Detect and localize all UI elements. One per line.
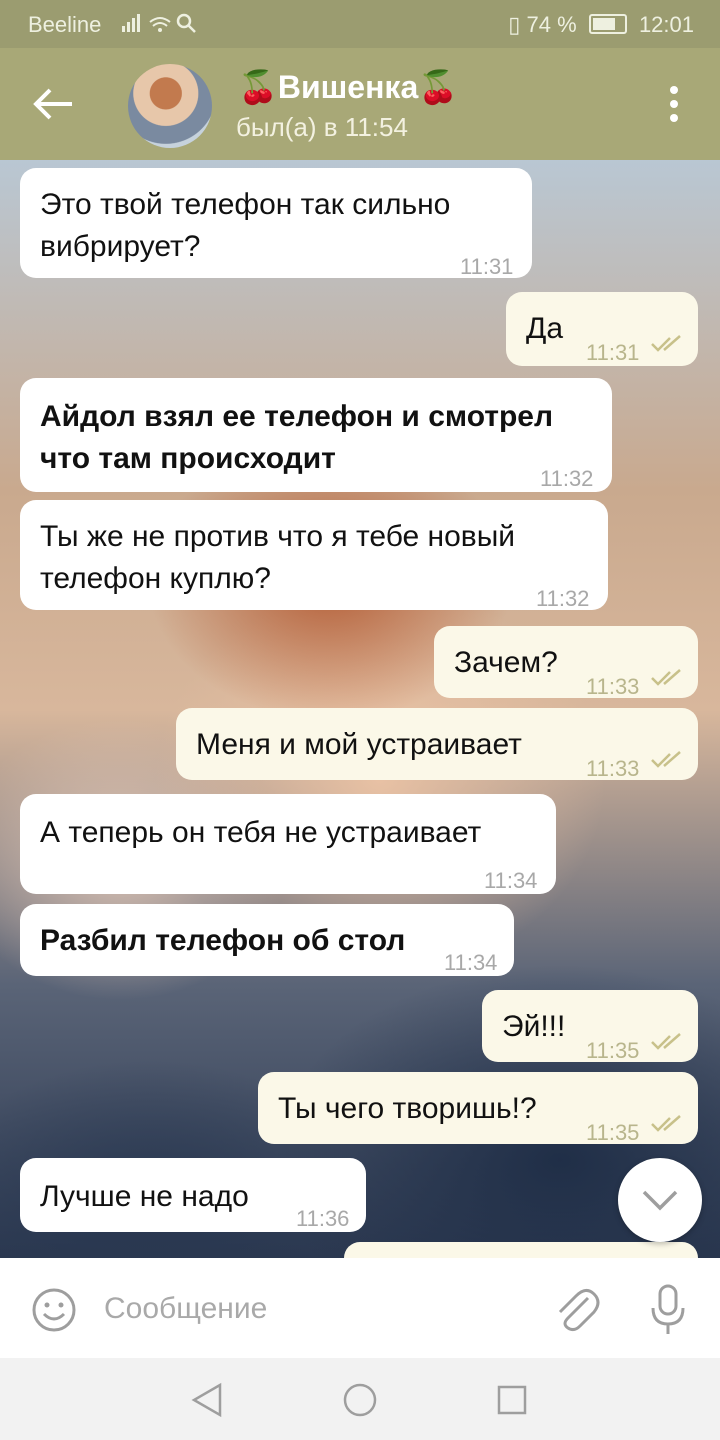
carrier-label: Beeline xyxy=(28,12,102,37)
nav-back-icon[interactable] xyxy=(190,1382,224,1418)
chat-header: 🍒Вишенка🍒 был(а) в 11:54 xyxy=(0,48,720,160)
message-outgoing[interactable]: Да 11:31 xyxy=(506,292,698,366)
avatar[interactable] xyxy=(128,64,212,148)
double-check-icon xyxy=(651,1115,681,1132)
message-time: 11:32 xyxy=(536,586,590,611)
message-text: Ты чего творишь!? xyxy=(278,1092,537,1125)
message-text: Ты же не против что я тебе новый xyxy=(40,520,516,553)
message-time: 11:34 xyxy=(444,950,498,975)
chevron-down-icon xyxy=(642,1190,678,1211)
message-time: 11:33 xyxy=(586,674,640,699)
message-time: 11:34 xyxy=(484,868,538,893)
vibrate-icon: ▯ xyxy=(508,12,521,37)
message-outgoing[interactable]: Зачем? 11:33 xyxy=(434,626,698,699)
message-text: вибрирует? xyxy=(40,230,201,263)
nav-recents-icon[interactable] xyxy=(496,1384,528,1416)
message-outgoing[interactable]: Меня и мой устраивает 11:33 xyxy=(176,708,698,781)
system-nav-bar xyxy=(0,1358,720,1440)
more-vertical-icon[interactable] xyxy=(670,86,680,126)
message-time: 11:36 xyxy=(296,1206,350,1231)
last-seen-status: был(а) в 11:54 xyxy=(236,112,408,142)
paperclip-icon[interactable] xyxy=(552,1284,600,1336)
clock: 12:01 xyxy=(638,12,694,37)
signal-wifi-search-icons xyxy=(120,12,200,40)
message-text: Лучше не надо xyxy=(40,1180,249,1213)
message-time: 11:32 xyxy=(540,466,594,491)
message-text: Да xyxy=(526,312,564,345)
double-check-icon xyxy=(651,335,681,352)
double-check-icon xyxy=(651,669,681,686)
nav-home-icon[interactable] xyxy=(342,1382,378,1418)
message-text: Разбил телефон об стол xyxy=(40,924,406,957)
message-text: Это твой телефон так сильно xyxy=(40,188,451,221)
message-input-bar: Сообщение xyxy=(0,1258,720,1358)
smiley-icon[interactable] xyxy=(30,1286,78,1334)
double-check-icon xyxy=(651,751,681,768)
microphone-icon[interactable] xyxy=(648,1282,688,1338)
message-text: телефон куплю? xyxy=(40,562,271,595)
message-text: Айдол взял ее телефон и смотрел xyxy=(40,400,554,433)
message-time: 11:35 xyxy=(586,1120,640,1145)
message-input[interactable]: Сообщение xyxy=(104,1292,267,1326)
message-incoming[interactable]: Ты же не против что я тебе новый телефон… xyxy=(20,500,608,611)
message-outgoing[interactable]: Эй!!! 11:35 xyxy=(482,990,698,1063)
message-incoming[interactable]: А теперь он тебя не устраивает 11:34 xyxy=(20,794,556,894)
message-text: А теперь он тебя не устраивает xyxy=(40,816,482,849)
battery-percent: 74 % xyxy=(526,12,577,37)
message-time: 11:33 xyxy=(586,756,640,781)
double-check-icon xyxy=(651,1033,681,1050)
message-text: Меня и мой устраивает xyxy=(196,728,522,761)
message-text: Зачем? xyxy=(454,646,558,679)
message-time: 11:31 xyxy=(586,340,640,365)
message-text: что там происходит xyxy=(40,442,336,475)
message-incoming[interactable]: Это твой телефон так сильно вибрирует? 1… xyxy=(20,168,532,279)
status-right: ▯ 74 % 12:01 xyxy=(508,12,694,38)
status-bar: Beeline ▯ 74 % 12:01 xyxy=(0,0,720,48)
battery-icon xyxy=(588,14,627,34)
arrow-left-icon[interactable] xyxy=(32,86,76,122)
message-incoming[interactable]: Разбил телефон об стол 11:34 xyxy=(20,904,514,976)
message-time: 11:31 xyxy=(460,254,514,279)
message-time: 11:35 xyxy=(586,1038,640,1063)
contact-name[interactable]: 🍒Вишенка🍒 xyxy=(238,68,458,106)
scroll-down-button[interactable] xyxy=(618,1158,702,1242)
message-incoming[interactable]: Айдол взял ее телефон и смотрел что там … xyxy=(20,378,612,492)
message-outgoing[interactable]: Ты чего творишь!? 11:35 xyxy=(258,1072,698,1145)
signal-icon xyxy=(122,13,196,33)
message-incoming[interactable]: Лучше не надо 11:36 xyxy=(20,1158,366,1232)
message-text: Эй!!! xyxy=(502,1010,566,1043)
